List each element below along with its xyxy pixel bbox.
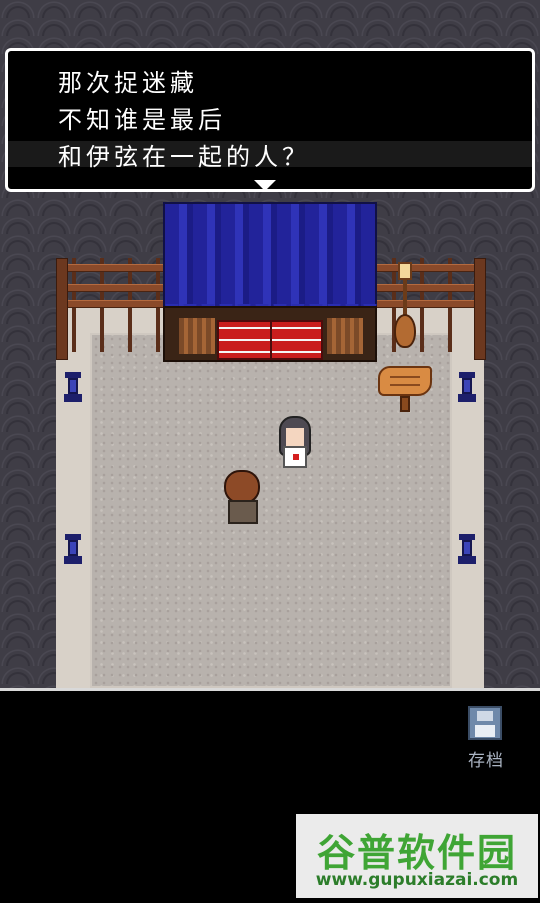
save-label: 存档 xyxy=(468,751,504,771)
player-character xyxy=(222,470,264,526)
lantern-icon xyxy=(456,372,478,406)
wooden-signboard[interactable] xyxy=(378,366,432,416)
girl-character[interactable] xyxy=(277,416,313,470)
lantern-icon xyxy=(456,534,478,568)
dialog-line-3: 和伊弦在一起的人？ xyxy=(58,143,310,171)
wooden-fence-right xyxy=(376,258,486,360)
festival-stall[interactable] xyxy=(163,306,377,362)
dialog-line-2: 不知谁是最后 xyxy=(58,106,226,134)
stall-curtain xyxy=(163,202,377,314)
dialog-box[interactable]: 那次捉迷藏 不知谁是最后 和伊弦在一起的人？ xyxy=(5,48,535,192)
lantern-icon xyxy=(62,372,84,406)
floppy-disk-icon xyxy=(468,706,502,740)
watermark-logo: 谷普软件园 www.gupuxiazai.com xyxy=(296,814,538,898)
guitar-icon[interactable] xyxy=(394,314,416,348)
lantern-icon xyxy=(62,534,84,568)
lamp-post-icon xyxy=(394,262,416,358)
stall-counter xyxy=(217,320,323,360)
next-page-icon[interactable] xyxy=(254,180,276,191)
watermark-title: 谷普软件园 xyxy=(316,831,517,875)
watermark-url: www.gupuxiazai.com xyxy=(315,870,519,890)
dialog-line-1: 那次捉迷藏 xyxy=(58,69,198,97)
save-button[interactable]: 存档 xyxy=(462,706,510,771)
wooden-fence-left xyxy=(56,258,168,360)
